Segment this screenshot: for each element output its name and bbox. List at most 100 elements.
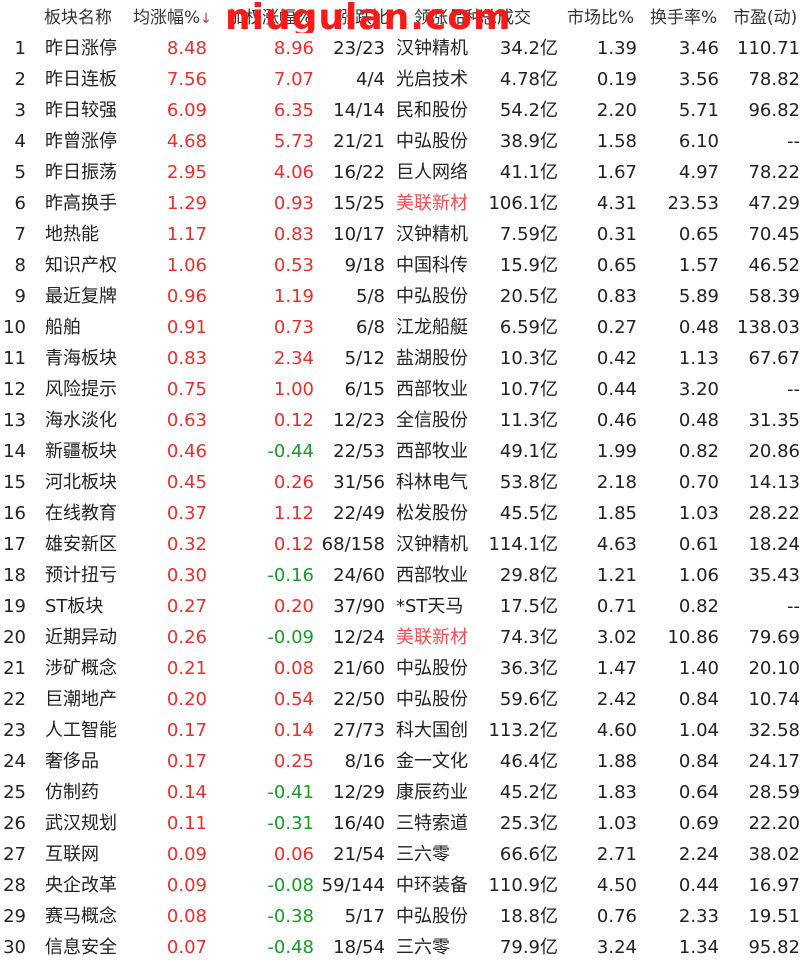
total-amount: 46.4亿	[499, 751, 558, 772]
table-row[interactable]: 28 央企改革 0.09 -0.08 59/144 中环装备 110.9亿 4.50 0.44 1…	[0, 870, 809, 901]
row-index: 14	[3, 441, 26, 462]
market-share: 0.19	[596, 69, 637, 90]
up-down-count: 6/15	[344, 379, 385, 400]
table-row[interactable]: 26 武汉规划 0.11 -0.31 16/40 三特索道 25.3亿 1.03 0.69 22.…	[0, 808, 809, 839]
table-row[interactable]: 13 海水淡化 0.63 0.12 12/23 全信股份 11.3亿 0.46 0.48 31.3…	[0, 405, 809, 436]
pe-ratio: 47.29	[748, 193, 800, 214]
total-amount: 10.3亿	[499, 348, 558, 369]
up-down-count: 15/25	[333, 193, 385, 214]
col-header-name[interactable]: 板块名称	[44, 0, 112, 36]
col-header-market-share[interactable]: 市场比%	[567, 0, 634, 36]
table-row[interactable]: 18 预计扭亏 0.30 -0.16 24/60 西部牧业 29.8亿 1.21 1.06 35.…	[0, 560, 809, 591]
turnover-rate: 0.61	[678, 534, 719, 555]
table-row[interactable]: 19 ST板块 0.27 0.20 37/90 *ST天马 17.5亿 0.71 0.82 --	[0, 591, 809, 622]
weighted-change: 6.35	[273, 100, 314, 121]
total-amount: 41.1亿	[499, 162, 558, 183]
turnover-rate: 2.33	[678, 906, 719, 927]
row-index: 22	[3, 689, 26, 710]
weighted-change: 0.73	[273, 317, 314, 338]
avg-change: 0.17	[166, 751, 207, 772]
market-share: 0.46	[596, 410, 637, 431]
weighted-change: 1.00	[273, 379, 314, 400]
up-down-count: 23/23	[333, 38, 385, 59]
row-index: 23	[3, 720, 26, 741]
table-row[interactable]: 25 仿制药 0.14 -0.41 12/29 康辰药业 45.2亿 1.83 0.64 28.5…	[0, 777, 809, 808]
total-amount: 15.9亿	[499, 255, 558, 276]
table-row[interactable]: 30 信息安全 0.07 -0.48 18/54 三六零 79.9亿 3.24 1.34 95.8…	[0, 932, 809, 963]
col-header-avg-change[interactable]: 均涨幅%↓	[133, 0, 212, 36]
total-amount: 106.1亿	[488, 193, 558, 214]
table-row[interactable]: 22 巨潮地产 0.20 0.54 22/50 中弘股份 59.6亿 2.42 0.84 10.7…	[0, 684, 809, 715]
pe-ratio: 79.69	[748, 627, 800, 648]
pe-ratio: 70.45	[748, 224, 800, 245]
row-index: 9	[14, 286, 26, 307]
market-share: 1.99	[596, 441, 637, 462]
market-share: 1.58	[596, 131, 637, 152]
col-header-pe[interactable]: 市盈(动)	[733, 0, 797, 36]
market-share: 0.76	[596, 906, 637, 927]
table-row[interactable]: 20 近期异动 0.26 -0.09 12/24 美联新材 74.3亿 3.02 10.86 79…	[0, 622, 809, 653]
avg-change: 0.26	[166, 627, 207, 648]
market-share: 0.83	[596, 286, 637, 307]
weighted-change: 2.34	[273, 348, 314, 369]
table-row[interactable]: 11 青海板块 0.83 2.34 5/12 盐湖股份 10.3亿 0.42 1.13 67.67	[0, 343, 809, 374]
market-share: 0.27	[596, 317, 637, 338]
weighted-change: 8.96	[273, 38, 314, 59]
turnover-rate: 0.70	[678, 472, 719, 493]
table-row[interactable]: 29 赛马概念 0.08 -0.38 5/17 中弘股份 18.8亿 0.76 2.33 19.5…	[0, 901, 809, 932]
market-share: 3.24	[596, 937, 637, 958]
table-row[interactable]: 23 人工智能 0.17 0.14 27/73 科大国创 113.2亿 4.60 1.04 32.…	[0, 715, 809, 746]
turnover-rate: 10.86	[667, 627, 719, 648]
turnover-rate: 0.65	[678, 224, 719, 245]
total-amount: 4.78亿	[499, 69, 558, 90]
sector-name: 武汉规划	[45, 813, 117, 834]
turnover-rate: 0.84	[678, 689, 719, 710]
table-row[interactable]: 7 地热能 1.17 0.83 10/17 汉钟精机 7.59亿 0.31 0.65 70.45	[0, 219, 809, 250]
table-row[interactable]: 5 昨日振荡 2.95 4.06 16/22 巨人网络 41.1亿 1.67 4.97 78.22	[0, 157, 809, 188]
sector-name: 赛马概念	[45, 906, 117, 927]
row-index: 27	[3, 844, 26, 865]
turnover-rate: 0.82	[678, 596, 719, 617]
table-row[interactable]: 21 涉矿概念 0.21 0.08 21/60 中弘股份 36.3亿 1.47 1.40 20.1…	[0, 653, 809, 684]
table-row[interactable]: 14 新疆板块 0.46 -0.44 22/53 西部牧业 49.1亿 1.99 0.82 20.…	[0, 436, 809, 467]
table-row[interactable]: 16 在线教育 0.37 1.12 22/49 松发股份 45.5亿 1.85 1.03 28.2…	[0, 498, 809, 529]
turnover-rate: 1.13	[678, 348, 719, 369]
table-row[interactable]: 24 奢侈品 0.17 0.25 8/16 金一文化 46.4亿 1.88 0.84 24.17	[0, 746, 809, 777]
table-row[interactable]: 15 河北板块 0.45 0.26 31/56 科林电气 53.8亿 2.18 0.70 14.1…	[0, 467, 809, 498]
table-row[interactable]: 10 船舶 0.91 0.73 6/8 江龙船艇 6.59亿 0.27 0.48 138.03	[0, 312, 809, 343]
up-down-count: 18/54	[333, 937, 385, 958]
pe-ratio: 20.10	[748, 658, 800, 679]
weighted-change: -0.48	[267, 937, 314, 958]
table-row[interactable]: 3 昨日较强 6.09 6.35 14/14 民和股份 54.2亿 2.20 5.71 96.82	[0, 95, 809, 126]
up-down-count: 12/23	[333, 410, 385, 431]
market-share: 2.18	[596, 472, 637, 493]
sector-name: 青海板块	[45, 348, 117, 369]
table-row[interactable]: 27 互联网 0.09 0.06 21/54 三六零 66.6亿 2.71 2.24 38.02	[0, 839, 809, 870]
pe-ratio: 22.20	[748, 813, 800, 834]
up-down-count: 21/21	[333, 131, 385, 152]
row-index: 11	[3, 348, 26, 369]
weighted-change: 0.53	[273, 255, 314, 276]
sector-name: 风险提示	[45, 379, 117, 400]
table-row[interactable]: 2 昨日连板 7.56 7.07 4/4 光启技术 4.78亿 0.19 3.56 78.82	[0, 64, 809, 95]
col-header-turnover[interactable]: 换手率%	[650, 0, 717, 36]
avg-change: 2.95	[166, 162, 207, 183]
sector-name: 央企改革	[45, 875, 117, 896]
up-down-count: 24/60	[333, 565, 385, 586]
table-row[interactable]: 9 最近复牌 0.96 1.19 5/8 中弘股份 20.5亿 0.83 5.89 58.39	[0, 281, 809, 312]
up-down-count: 12/29	[333, 782, 385, 803]
up-down-count: 22/53	[333, 441, 385, 462]
avg-change: 4.68	[166, 131, 207, 152]
up-down-count: 21/54	[333, 844, 385, 865]
row-index: 19	[3, 596, 26, 617]
table-row[interactable]: 4 昨曾涨停 4.68 5.73 21/21 中弘股份 38.9亿 1.58 6.10 --	[0, 126, 809, 157]
table-row[interactable]: 1 昨日涨停 8.48 8.96 23/23 汉钟精机 34.2亿 1.39 3.46 110.7…	[0, 33, 809, 64]
table-row[interactable]: 17 雄安新区 0.32 0.12 68/158 汉钟精机 114.1亿 4.63 0.61 18…	[0, 529, 809, 560]
weighted-change: -0.16	[267, 565, 314, 586]
table-row[interactable]: 6 昨高换手 1.29 0.93 15/25 美联新材 106.1亿 4.31 23.53 47.…	[0, 188, 809, 219]
market-share: 2.71	[596, 844, 637, 865]
table-row[interactable]: 8 知识产权 1.06 0.53 9/18 中国科传 15.9亿 0.65 1.57 46.52	[0, 250, 809, 281]
table-row[interactable]: 12 风险提示 0.75 1.00 6/15 西部牧业 10.7亿 0.44 3.20 --	[0, 374, 809, 405]
avg-change: 8.48	[166, 38, 207, 59]
market-share: 1.88	[596, 751, 637, 772]
